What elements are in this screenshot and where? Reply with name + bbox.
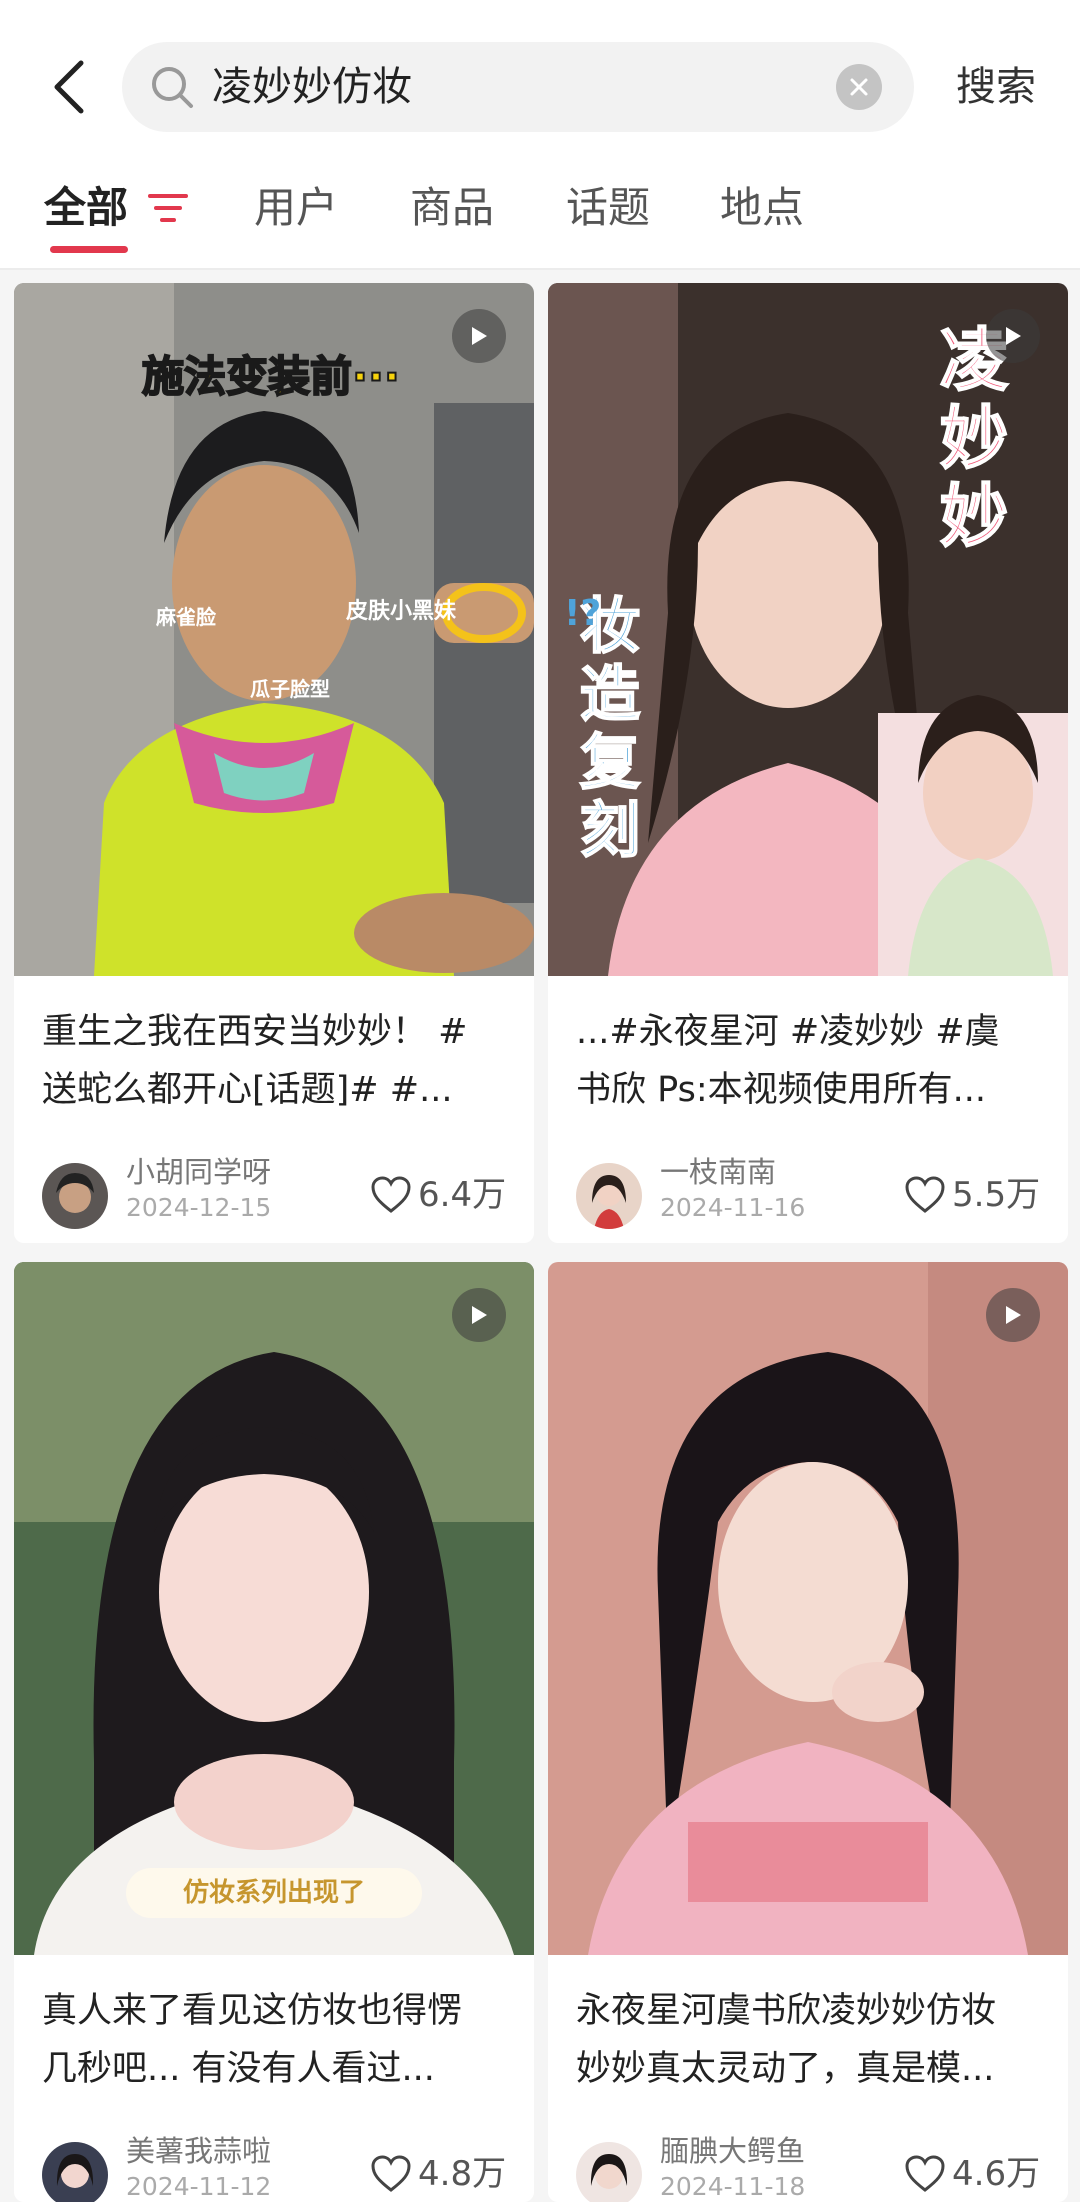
avatar[interactable]: [576, 1163, 642, 1229]
tab-places[interactable]: 地点: [720, 168, 804, 248]
search-submit-button[interactable]: 搜索: [956, 42, 1036, 132]
author-name[interactable]: 美薯我蒜啦: [126, 2128, 271, 2170]
like-count: 4.6万: [952, 2154, 1041, 2194]
note-thumbnail[interactable]: 仿妆系列出现了: [14, 1262, 534, 1955]
heart-icon[interactable]: [904, 2154, 946, 2194]
caption-line: 妙妙真太灵动了，真是模...: [576, 2049, 995, 2089]
video-play-button[interactable]: [986, 1288, 1040, 1342]
search-icon: [152, 67, 193, 108]
caption-line: 送蛇么都开心[话题]# #...: [42, 1070, 453, 1110]
like-count: 4.8万: [418, 2154, 507, 2194]
overlay-marks: !?: [564, 593, 602, 634]
author-name[interactable]: 腼腆大鳄鱼: [660, 2128, 805, 2170]
filter-tabs: 全部 用户 商品 话题 地点: [0, 168, 1080, 268]
play-icon: [1006, 327, 1021, 345]
note-caption[interactable]: 永夜星河虞书欣凌妙妙仿妆 妙妙真太灵动了，真是模...: [576, 1982, 1046, 2098]
close-icon: [850, 78, 868, 96]
filter-icon[interactable]: [148, 190, 188, 226]
caption-line: ...#永夜星河 #凌妙妙 #虞: [576, 1012, 1000, 1052]
post-date: 2024-11-12: [126, 2172, 272, 2201]
post-date: 2024-11-18: [660, 2172, 806, 2201]
tab-all[interactable]: 全部: [44, 168, 128, 248]
tab-users[interactable]: 用户: [254, 168, 338, 248]
tab-topics[interactable]: 话题: [566, 168, 650, 248]
search-input[interactable]: [212, 42, 792, 132]
overlay-badge: 仿妆系列出现了: [126, 1868, 422, 1918]
top-bar: 搜索 全部 用户 商品 话题 地点: [0, 0, 1080, 270]
play-icon: [472, 1306, 487, 1324]
search-bar[interactable]: [122, 42, 914, 132]
note-image: [548, 1262, 1068, 1955]
note-card[interactable]: 施法变装前··· 麻雀脸 皮肤小黑妹 瓜子脸型 重生之我在西安当妙妙！ # 送蛇…: [14, 283, 534, 1243]
video-play-button[interactable]: [452, 1288, 506, 1342]
note-image: [14, 1262, 534, 1955]
play-icon: [1006, 1306, 1021, 1324]
note-thumbnail[interactable]: 凌妙妙 妆造复刻 !?: [548, 283, 1068, 976]
post-date: 2024-11-16: [660, 1193, 806, 1222]
note-card[interactable]: 永夜星河虞书欣凌妙妙仿妆 妙妙真太灵动了，真是模... 腼腆大鳄鱼 2024-1…: [548, 1262, 1068, 2202]
author-name[interactable]: 小胡同学呀: [126, 1149, 271, 1191]
avatar-image: [576, 2142, 642, 2202]
heart-icon[interactable]: [370, 2154, 412, 2194]
caption-line: 重生之我在西安当妙妙！ #: [42, 1012, 468, 1052]
overlay-title: 施法变装前···: [141, 351, 401, 402]
back-button[interactable]: [38, 52, 98, 122]
active-tab-indicator: [50, 246, 128, 253]
overlay-label: 皮肤小黑妹: [346, 599, 457, 624]
play-icon: [472, 327, 487, 345]
avatar[interactable]: [42, 1163, 108, 1229]
caption-line: 几秒吧... 有没有人看过...: [42, 2049, 435, 2089]
header-divider: [0, 268, 1080, 270]
caption-line: 永夜星河虞书欣凌妙妙仿妆: [576, 1991, 997, 2031]
note-card[interactable]: 凌妙妙 妆造复刻 !? ...#永夜星河 #凌妙妙 #虞 书欣 Ps:本视频使用…: [548, 283, 1068, 1243]
note-caption[interactable]: 重生之我在西安当妙妙！ # 送蛇么都开心[话题]# #...: [42, 1003, 512, 1119]
avatar[interactable]: [576, 2142, 642, 2202]
post-date: 2024-12-15: [126, 1193, 272, 1222]
overlay-label: 瓜子脸型: [250, 677, 330, 701]
avatar-image: [42, 2142, 108, 2202]
heart-icon[interactable]: [370, 1175, 412, 1215]
caption-line: 书欣 Ps:本视频使用所有...: [576, 1070, 987, 1110]
heart-icon[interactable]: [904, 1175, 946, 1215]
clear-search-button[interactable]: [836, 64, 882, 110]
avatar-image: [576, 1163, 642, 1229]
overlay-label: 麻雀脸: [156, 605, 216, 629]
like-count: 5.5万: [952, 1175, 1041, 1215]
note-card[interactable]: 仿妆系列出现了 真人来了看见这仿妆也得愣 几秒吧... 有没有人看过... 美薯…: [14, 1262, 534, 2202]
video-play-button[interactable]: [452, 309, 506, 363]
caption-line: 真人来了看见这仿妆也得愣: [42, 1991, 463, 2031]
note-caption[interactable]: 真人来了看见这仿妆也得愣 几秒吧... 有没有人看过...: [42, 1982, 512, 2098]
like-count: 6.4万: [418, 1175, 507, 1215]
video-play-button[interactable]: [986, 309, 1040, 363]
author-name[interactable]: 一枝南南: [660, 1149, 776, 1191]
chevron-left-icon: [54, 60, 84, 114]
note-thumbnail[interactable]: 施法变装前··· 麻雀脸 皮肤小黑妹 瓜子脸型: [14, 283, 534, 976]
avatar[interactable]: [42, 2142, 108, 2202]
avatar-image: [42, 1163, 108, 1229]
note-thumbnail[interactable]: [548, 1262, 1068, 1955]
tab-products[interactable]: 商品: [410, 168, 494, 248]
note-caption[interactable]: ...#永夜星河 #凌妙妙 #虞 书欣 Ps:本视频使用所有...: [576, 1003, 1046, 1119]
